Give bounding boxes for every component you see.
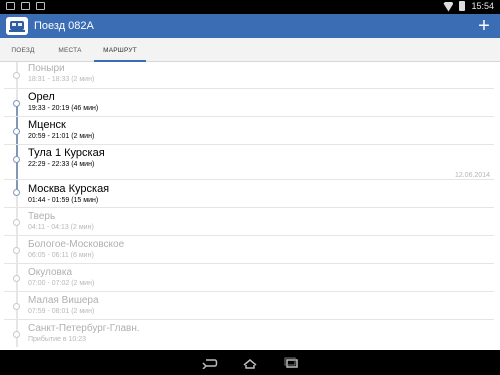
stop-dot-icon [13,100,20,107]
stop-dot-icon [13,189,20,196]
tab-seats[interactable]: МЕСТА [46,38,94,62]
home-icon[interactable] [241,357,259,369]
stop-time: 20:59 - 21:01 (2 мин) [28,133,95,140]
tab-bar: ПОЕЗД МЕСТА МАРШРУТ [0,38,500,63]
battery-icon [459,1,466,11]
stop-dot-icon [13,331,20,338]
stop-name: Бологое-Московское [28,239,125,250]
stop-time: 04:11 - 04:13 (2 мин) [28,224,94,231]
stop-name: Поныри [28,63,65,74]
date-label: 12.06.2014 [454,172,490,179]
action-bar: Поезд 082А + [0,14,500,38]
tab-train[interactable]: ПОЕЗД [0,38,46,62]
notification-icons [6,2,45,10]
stop-name: Окуловка [28,267,73,278]
stop-time: 07:00 - 07:02 (2 мин) [28,280,95,287]
navigation-bar [0,350,500,375]
stop-time: 19:33 - 20:19 (46 мин) [28,105,99,112]
stop-dot-icon [13,275,20,282]
system-icons: 15:54 [443,1,494,11]
image-notification-icon [6,2,15,10]
lock-icon [36,2,45,10]
train-app-icon[interactable] [6,17,28,35]
stop-dot-icon [13,219,20,226]
stop-time: Прибытие в 10:23 [28,336,87,343]
app-title: Поезд 082А [34,20,94,32]
stop-dot-icon [13,72,20,79]
recent-apps-icon[interactable] [282,357,300,369]
status-bar: 15:54 [0,0,500,14]
stop-name: Санкт-Петербург-Главн. [28,323,140,334]
mail-icon [21,2,30,10]
list-item[interactable]: Малая Вишера 07:59 - 08:01 (2 мин) [4,292,494,320]
stop-time: 18:31 - 18:33 (2 мин) [28,76,95,83]
list-item[interactable]: Тула 1 Курская 22:29 - 22:33 (4 мин) [4,145,494,180]
list-item[interactable]: Окуловка 07:00 - 07:02 (2 мин) [4,264,494,292]
status-time: 15:54 [471,1,494,11]
stop-name: Москва Курская [28,183,110,195]
back-icon[interactable] [200,357,218,369]
stop-name: Мценск [28,119,66,131]
list-item[interactable]: Тверь 04:11 - 04:13 (2 мин) [4,208,494,236]
stop-time: 06:05 - 06:11 (6 мин) [28,252,94,259]
list-item[interactable]: Санкт-Петербург-Главн. Прибытие в 10:23 [4,320,494,347]
list-item[interactable]: Мценск 20:59 - 21:01 (2 мин) [4,117,494,145]
stop-name: Тверь [28,211,56,222]
stop-time: 01:44 - 01:59 (15 мин) [28,197,99,204]
list-item[interactable]: Бологое-Московское 06:05 - 06:11 (6 мин) [4,236,494,264]
add-button[interactable]: + [474,16,494,36]
list-item[interactable]: Орел 19:33 - 20:19 (46 мин) [4,89,494,117]
stop-dot-icon [13,303,20,310]
stop-time: 07:59 - 08:01 (2 мин) [28,308,95,315]
stop-dot-icon [13,247,20,254]
stop-dot-icon [13,128,20,135]
route-card: Поныри 18:31 - 18:33 (2 мин) Орел 19:33 … [4,62,494,347]
stop-name: Малая Вишера [28,295,99,306]
list-item[interactable]: Поныри 18:31 - 18:33 (2 мин) [4,62,494,89]
stop-name: Орел [28,91,55,103]
stop-dot-icon [13,156,20,163]
tab-route[interactable]: МАРШРУТ [94,38,146,63]
list-item[interactable]: Москва Курская 01:44 - 01:59 (15 мин) [4,180,494,208]
stop-name: Тула 1 Курская [28,147,105,159]
route-list[interactable]: Поныри 18:31 - 18:33 (2 мин) Орел 19:33 … [0,62,500,350]
stop-time: 22:29 - 22:33 (4 мин) [28,161,95,168]
wifi-icon [443,2,453,11]
